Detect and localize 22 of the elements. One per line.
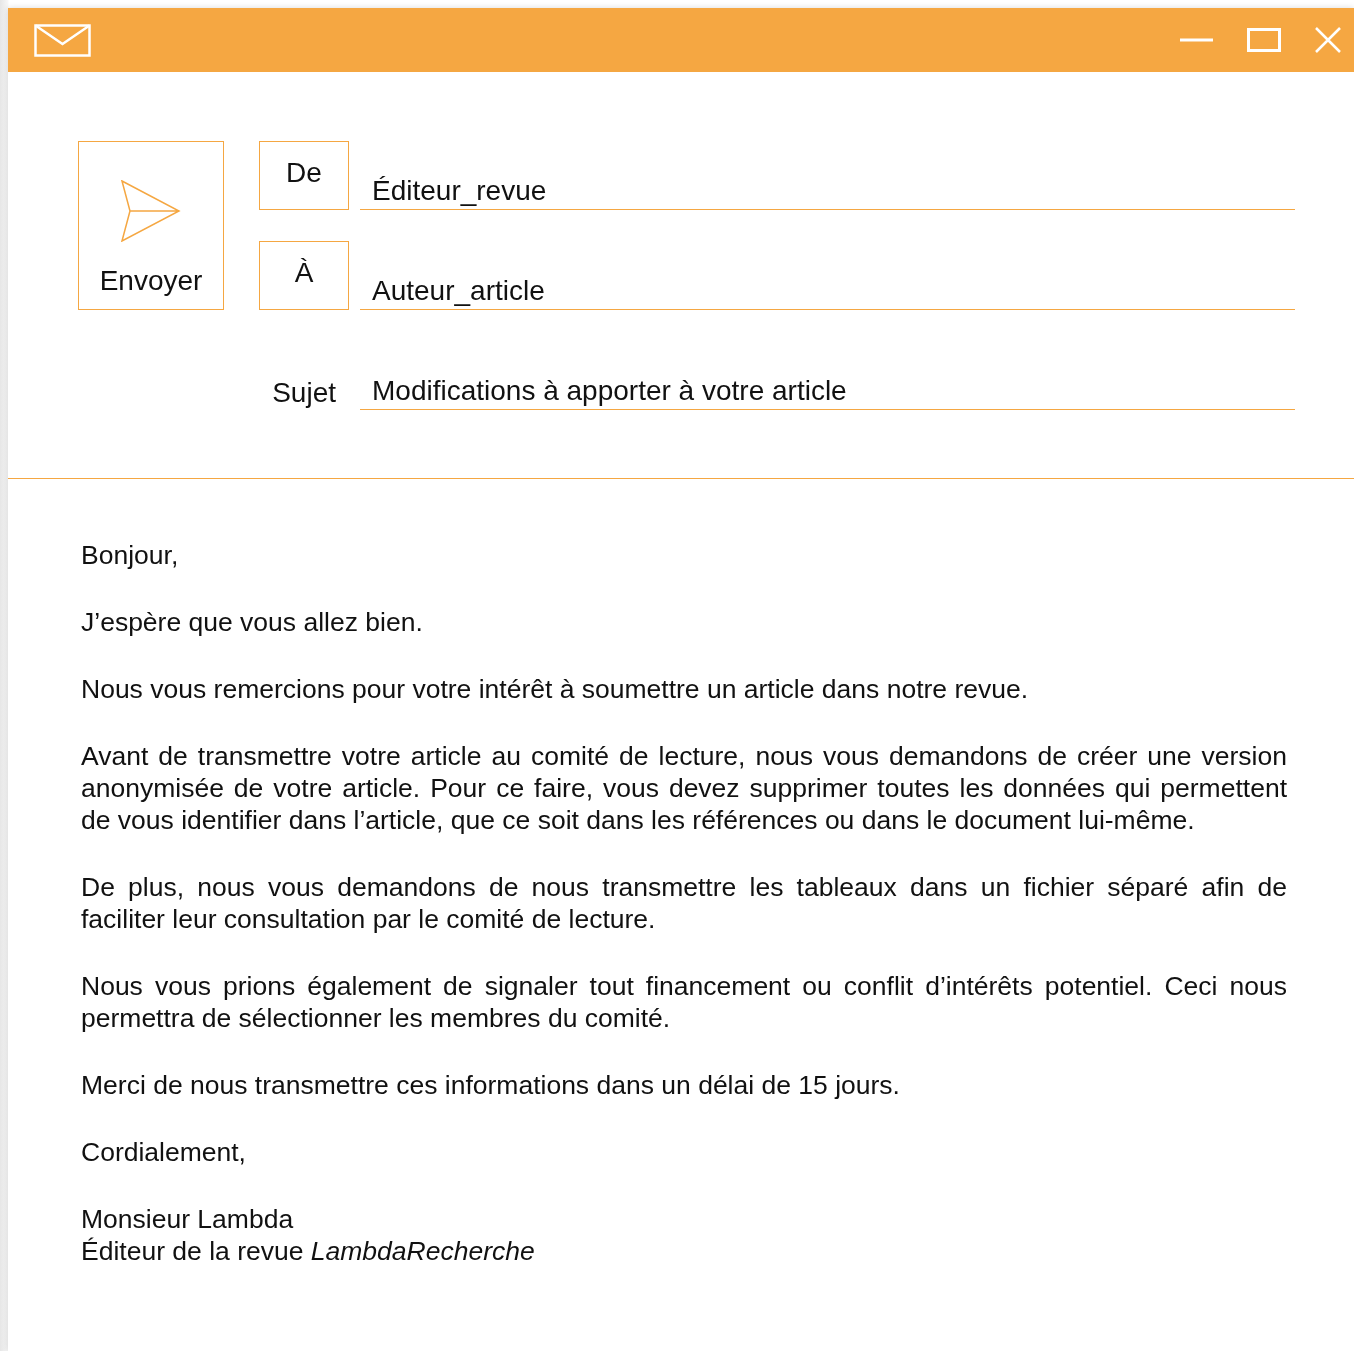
body-paragraph: Avant de transmettre votre article au comité de lecture, nous vous demandons de créer une version anonymisée de votre article. Pour ce faire, vous devez supprimer toutes les données qui permettent de vous identifier dans l’article, que ce soit dans les références ou dans le document lui-même. xyxy=(81,740,1287,836)
mail-icon xyxy=(34,23,91,57)
recipient-button[interactable]: De xyxy=(259,141,349,210)
body-paragraph: Bonjour, xyxy=(81,539,180,571)
minimize-icon[interactable] xyxy=(1180,38,1213,42)
input-field[interactable]: Auteur_article xyxy=(360,272,1295,310)
body-paragraph: De plus, nous vous demandons de nous transmettre les tableaux dans un fichier séparé afin de faciliter leur consultation par le comité de lecture. xyxy=(81,871,1287,935)
body-paragraph: Nous vous prions également de signaler tout financement ou conflit d’intérêts potentiel. Ceci nous permettra de sélectionner les membres du comité. xyxy=(81,970,1287,1034)
send-button[interactable]: Envoyer xyxy=(78,141,224,310)
signature-line: Éditeur de la revue LambdaRecherche xyxy=(81,1235,536,1267)
signature-line: Monsieur Lambda xyxy=(81,1203,295,1235)
body-paragraph: Cordialement, xyxy=(81,1136,247,1168)
body-paragraph: J’espère que vous allez bien. xyxy=(81,606,424,638)
paper-plane-icon xyxy=(121,180,181,242)
field-label: Sujet xyxy=(272,376,336,410)
maximize-icon[interactable] xyxy=(1247,28,1281,52)
input-field[interactable]: Éditeur_revue xyxy=(360,172,1295,210)
close-icon[interactable] xyxy=(1315,27,1341,53)
input-field[interactable]: Modifications à apporter à votre article xyxy=(360,372,1295,410)
body-paragraph: Merci de nous transmettre ces informations dans un délai de 15 jours. xyxy=(81,1069,901,1101)
recipient-button[interactable]: À xyxy=(259,241,349,310)
body-paragraph: Nous vous remercions pour votre intérêt à soumettre un article dans notre revue. xyxy=(81,673,1030,705)
